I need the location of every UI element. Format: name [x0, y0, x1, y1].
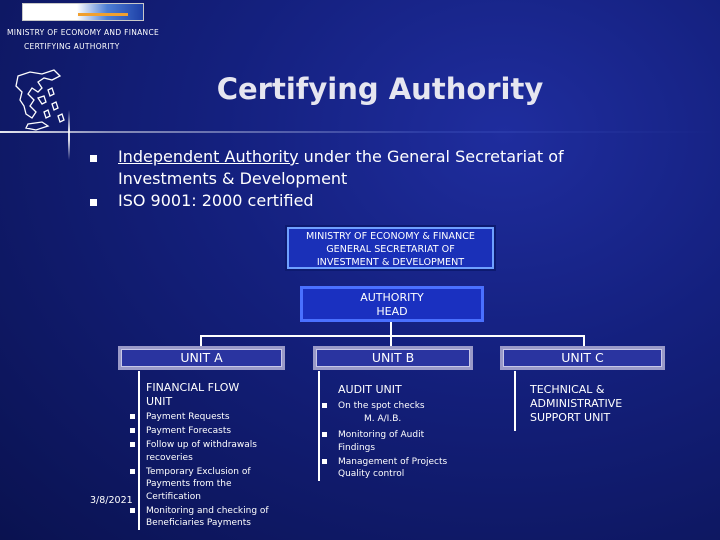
unit-a-list: Payment Requests Payment Forecasts Follo…	[130, 411, 290, 530]
unit-a-box: UNIT A	[118, 346, 285, 370]
bullet-1-rest: under the General Secretariat of	[298, 147, 564, 166]
slide-date: 3/8/2021	[90, 495, 133, 506]
decor-line-horizontal	[0, 131, 720, 133]
unit-c-title-line: ADMINISTRATIVE	[530, 397, 623, 410]
ministry-box-line: GENERAL SECRETARIAT OF	[326, 244, 455, 255]
list-item: Payment Forecasts	[130, 425, 290, 438]
unit-b-title: AUDIT UNIT	[338, 383, 402, 396]
unit-c-box: UNIT C	[500, 346, 665, 370]
bullet-1-emphasis: Independent Authority	[118, 147, 299, 166]
ministry-box-line: MINISTRY OF ECONOMY & FINANCE	[306, 231, 475, 242]
bullet-marker	[90, 199, 97, 206]
head-box-line: AUTHORITY	[360, 291, 424, 304]
ministry-logo	[22, 3, 144, 21]
unit-b-list: On the spot checks M. A/I.B. Monitoring o…	[322, 400, 472, 481]
bullet-1-line2: Investments & Development	[118, 169, 348, 188]
header-ministry: MINISTRY OF ECONOMY AND FINANCE	[7, 28, 160, 37]
decor-line-vertical	[68, 110, 70, 160]
list-item: Temporary Exclusion of Payments from the C…	[130, 466, 290, 504]
bullet-marker	[90, 155, 97, 162]
unit-c-vertical-line	[514, 371, 516, 431]
unit-c-title-line: TECHNICAL &	[530, 383, 605, 396]
authority-head-box: AUTHORITY HEAD	[300, 286, 484, 322]
bullet-1: Independent Authority under the General …	[118, 146, 708, 190]
head-box-line: HEAD	[376, 305, 408, 318]
connector-line	[200, 335, 584, 337]
header-authority: CERTIFYING AUTHORITY	[24, 42, 120, 51]
ministry-box-line: INVESTMENT & DEVELOPMENT	[316, 257, 465, 268]
connector-line	[390, 322, 392, 336]
list-item: Management of Projects Quality control	[322, 456, 472, 481]
unit-b-vertical-line	[318, 371, 320, 481]
bullet-2: ISO 9001: 2000 certified	[118, 191, 314, 210]
unit-b-box: UNIT B	[313, 346, 473, 370]
unit-a-title-line: UNIT	[146, 395, 173, 408]
unit-c-title: TECHNICAL & ADMINISTRATIVE SUPPORT UNIT	[530, 383, 622, 425]
list-item: Monitoring of Audit Findings	[322, 429, 472, 454]
list-item: Payment Requests	[130, 411, 290, 424]
list-item: Monitoring and checking of Beneficiaries …	[130, 505, 290, 530]
list-item: On the spot checks M. A/I.B.	[322, 400, 472, 425]
unit-a-title: FINANCIAL FLOW UNIT	[146, 381, 239, 409]
list-item: Follow up of withdrawals recoveries	[130, 439, 290, 464]
page-title: Certifying Authority	[216, 72, 544, 106]
unit-c-title-line: SUPPORT UNIT	[530, 411, 611, 424]
ministry-box: MINISTRY OF ECONOMY & FINANCE GENERAL SE…	[287, 227, 494, 269]
unit-a-title-line: FINANCIAL FLOW	[146, 381, 240, 394]
